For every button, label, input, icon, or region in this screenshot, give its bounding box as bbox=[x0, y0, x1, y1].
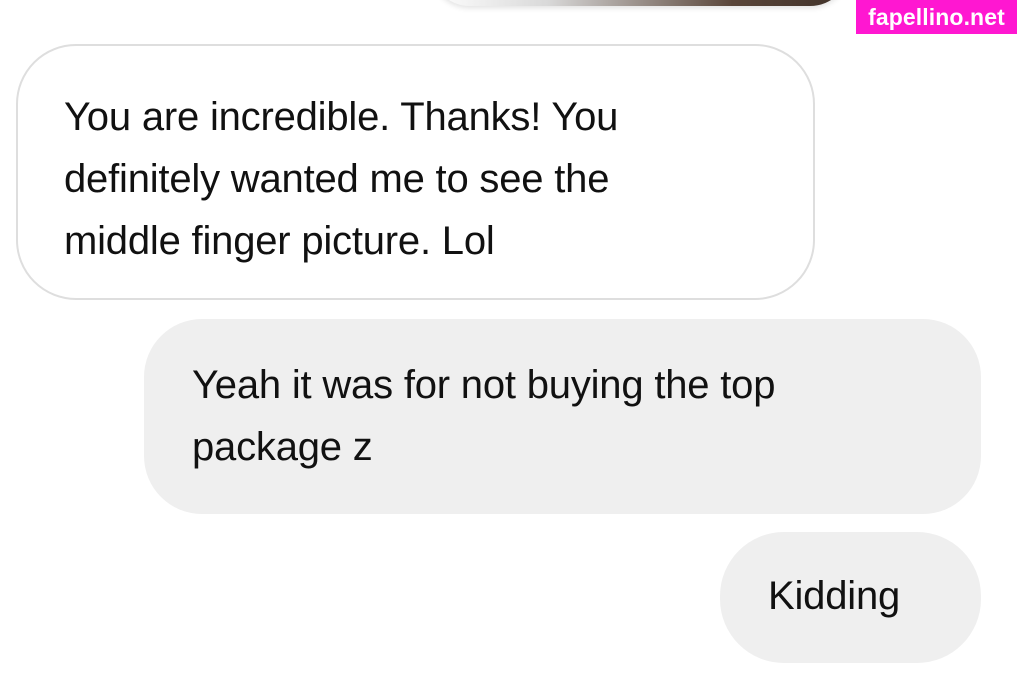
message-text-line: Yeah it was for not buying the top bbox=[192, 363, 776, 407]
watermark-label: fapellino.net bbox=[856, 0, 1017, 34]
shared-image-edge[interactable] bbox=[430, 0, 850, 6]
message-text-line: Kidding bbox=[768, 574, 901, 618]
message-text-line: middle finger picture. Lol bbox=[64, 219, 495, 263]
message-text-line: You are incredible. Thanks! You bbox=[64, 95, 619, 139]
message-text-line: definitely wanted me to see the bbox=[64, 157, 610, 201]
chat-thread: fapellino.net You are incredible. Thanks… bbox=[0, 0, 1017, 673]
outgoing-message-bubble[interactable]: Yeah it was for not buying the top packa… bbox=[144, 319, 981, 514]
message-text-line: package z bbox=[192, 425, 373, 469]
incoming-message-bubble[interactable]: You are incredible. Thanks! You definite… bbox=[16, 44, 815, 300]
outgoing-message-bubble[interactable]: Kidding bbox=[720, 532, 981, 663]
